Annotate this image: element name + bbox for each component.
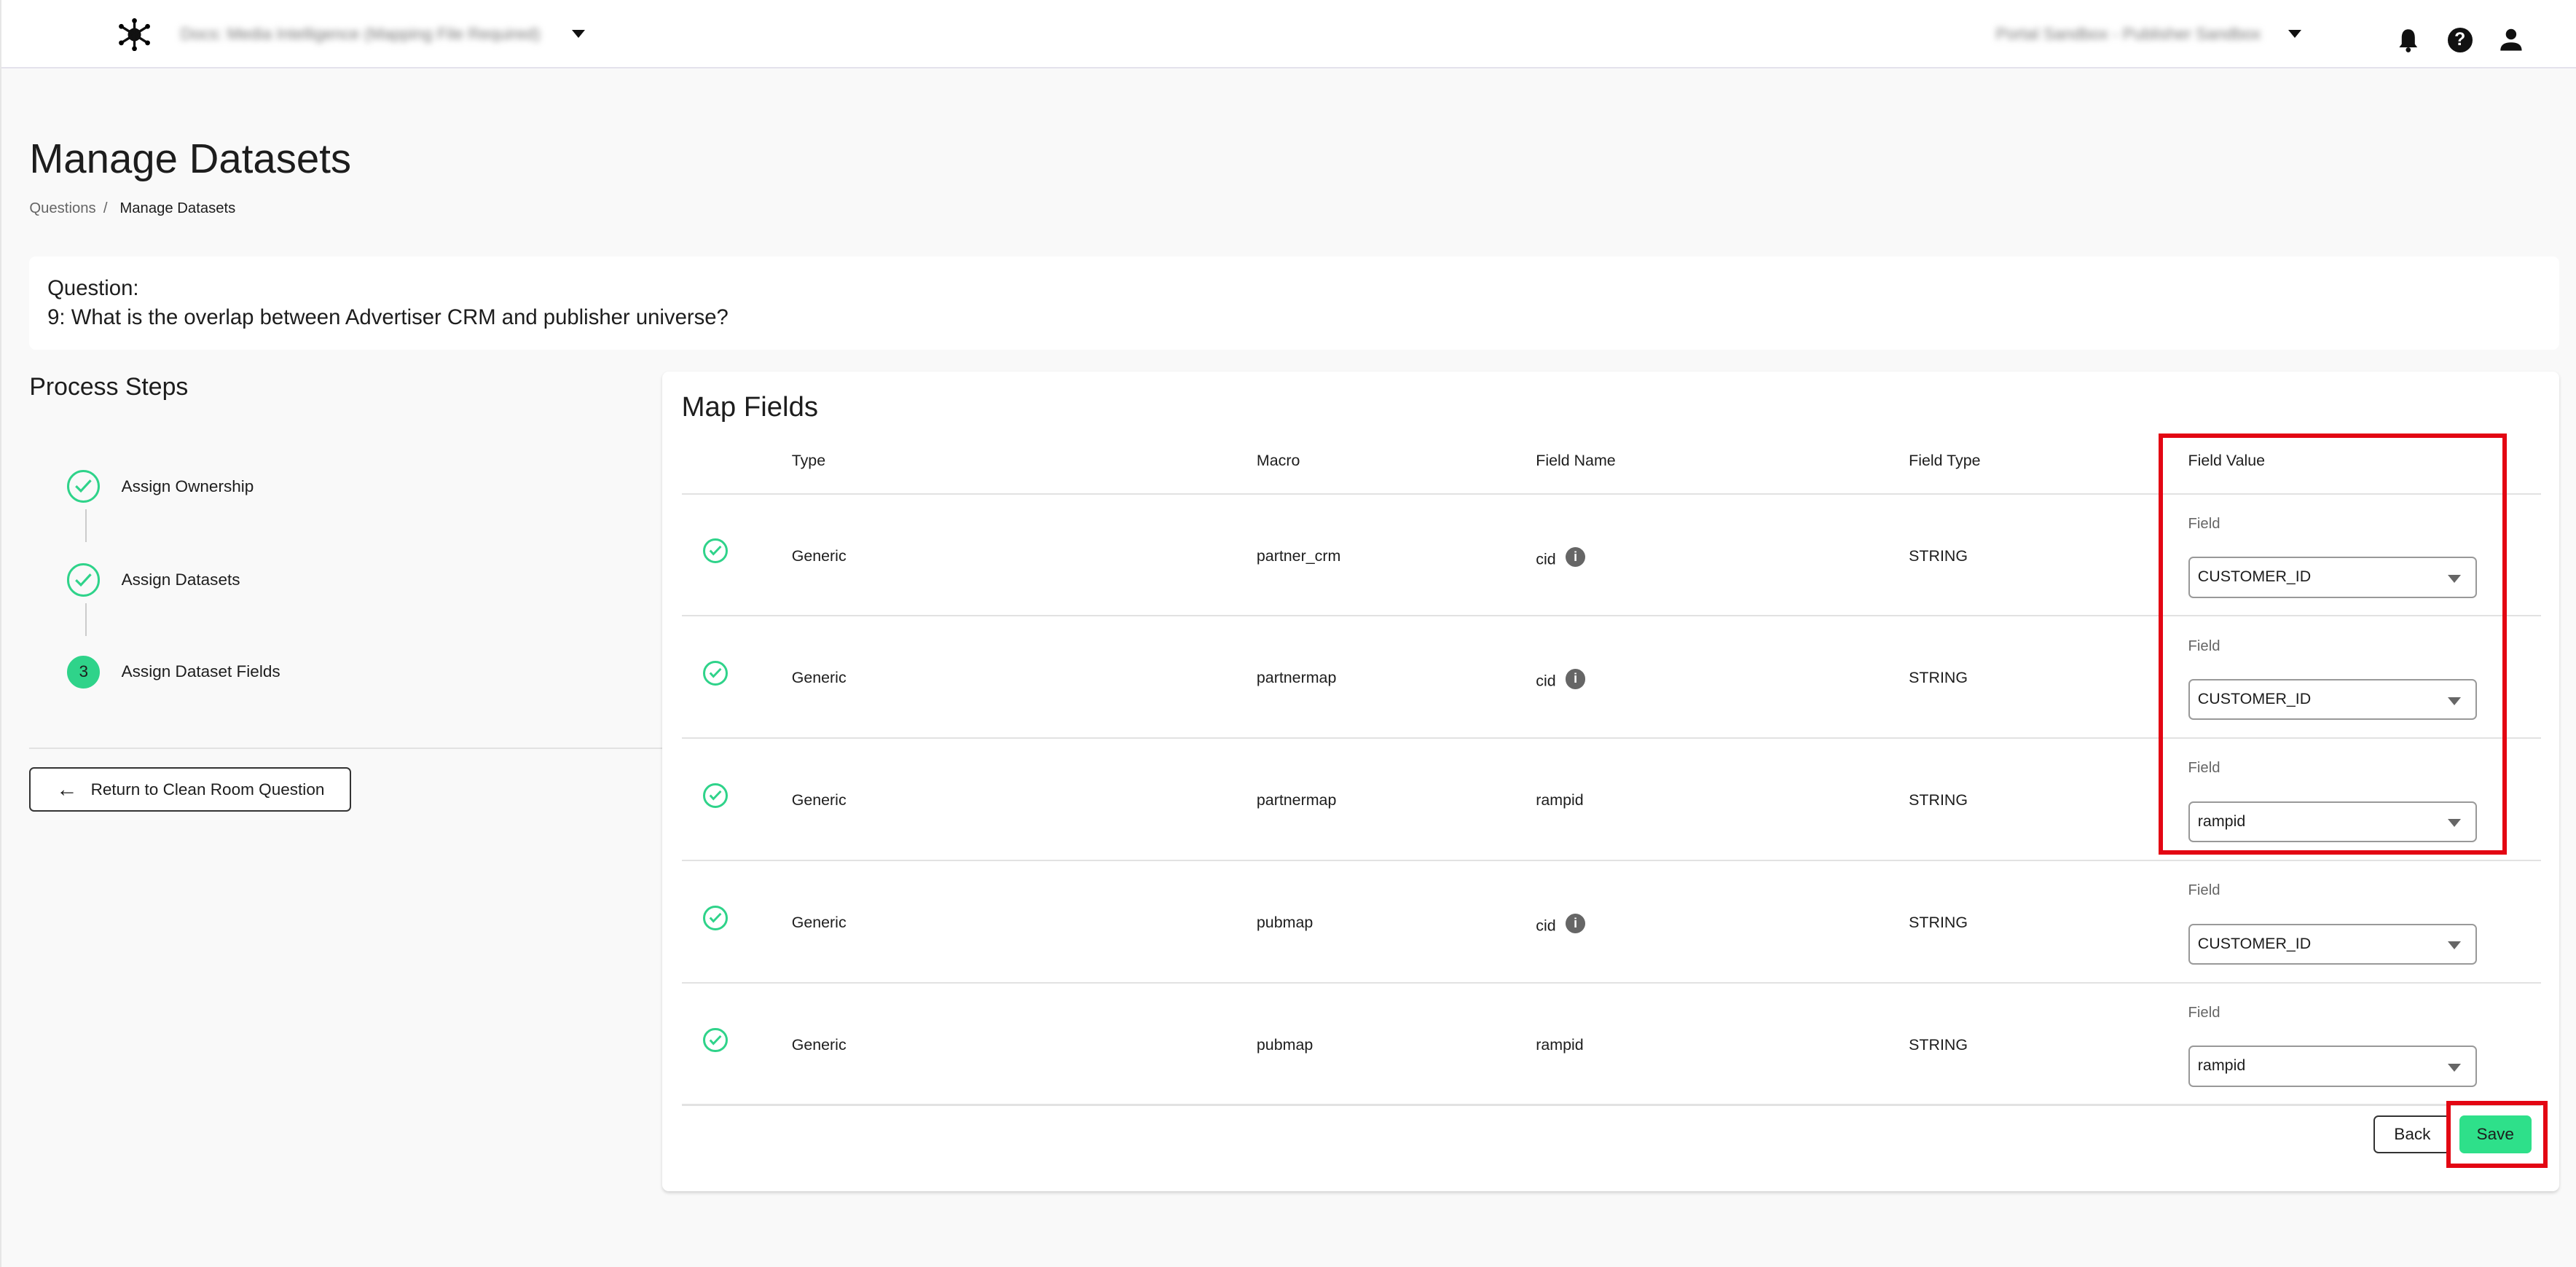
column-header-macro: Macro	[1257, 452, 1300, 470]
step-label: Assign Dataset Fields	[122, 662, 280, 681]
table-row: Generic pubmap rampid STRING Field rampi…	[682, 982, 2542, 1105]
question-card: Question: 9: What is the overlap between…	[29, 256, 2559, 350]
field-type-cell: STRING	[1909, 669, 1968, 687]
type-cell: Generic	[792, 1036, 847, 1054]
step-label: Assign Datasets	[122, 570, 240, 589]
macro-cell: partner_crm	[1257, 547, 1340, 565]
return-label: Return to Clean Room Question	[91, 780, 325, 799]
step-label: Assign Ownership	[122, 477, 254, 496]
field-type-cell: STRING	[1909, 547, 1968, 565]
table-row: Generic pubmap cidi STRING Field CUSTOME…	[682, 860, 2542, 983]
type-cell: Generic	[792, 914, 847, 932]
question-label: Question:	[47, 276, 138, 301]
check-circle-icon	[703, 906, 728, 930]
breadcrumb-current: Manage Datasets	[119, 200, 235, 217]
type-cell: Generic	[792, 547, 847, 565]
bell-icon[interactable]	[2397, 28, 2420, 52]
field-type-cell: STRING	[1909, 791, 1968, 809]
macro-cell: partnermap	[1257, 669, 1336, 687]
info-icon[interactable]: i	[1566, 914, 1585, 933]
user-icon[interactable]	[2499, 28, 2524, 52]
macro-cell: partnermap	[1257, 791, 1336, 809]
step-connector	[85, 603, 87, 636]
type-cell: Generic	[792, 669, 847, 687]
field-value-select[interactable]: CUSTOMER_ID	[2188, 924, 2478, 965]
check-circle-icon	[703, 661, 728, 686]
field-name-cell: cidi	[1536, 547, 1585, 569]
org-selector[interactable]: Portal Sandbox - Publisher Sandbox	[1996, 25, 2261, 44]
field-name-cell: cidi	[1536, 914, 1585, 935]
info-icon[interactable]: i	[1566, 547, 1585, 567]
check-circle-icon	[703, 783, 728, 808]
field-value-select[interactable]: rampid	[2188, 1046, 2478, 1086]
top-bar: Docs: Media Intelligence (Mapping File R…	[1, 0, 2576, 68]
breadcrumb-separator: /	[103, 200, 108, 217]
logo-icon[interactable]	[118, 18, 151, 51]
macro-cell: pubmap	[1257, 1036, 1313, 1054]
chevron-down-icon	[2448, 941, 2461, 949]
chevron-down-icon	[2448, 1064, 2461, 1072]
field-name-cell: rampid	[1536, 1036, 1583, 1054]
field-name-cell: cidi	[1536, 669, 1585, 691]
field-name: rampid	[1536, 1036, 1583, 1054]
column-header-type: Type	[792, 452, 825, 470]
chevron-down-icon[interactable]	[2288, 30, 2301, 38]
column-header-field-name: Field Name	[1536, 452, 1615, 470]
field-label: Field	[2188, 1005, 2220, 1021]
field-name: cid	[1536, 917, 1555, 935]
column-header-field-type: Field Type	[1909, 452, 1980, 470]
selected-value: rampid	[2198, 1056, 2245, 1074]
map-fields-title: Map Fields	[682, 391, 818, 423]
arrow-left-icon: ←	[56, 777, 77, 802]
macro-cell: pubmap	[1257, 914, 1313, 932]
step-assign-datasets[interactable]: Assign Datasets	[67, 563, 240, 596]
step-connector	[85, 509, 87, 542]
field-label: Field	[2188, 882, 2220, 899]
selected-value: CUSTOMER_ID	[2198, 935, 2311, 952]
check-circle-icon	[703, 1028, 728, 1053]
field-name-cell: rampid	[1536, 791, 1583, 809]
step-assign-dataset-fields[interactable]: 3 Assign Dataset Fields	[67, 656, 280, 689]
chevron-down-icon[interactable]	[572, 30, 585, 38]
workspace-selector[interactable]: Docs: Media Intelligence (Mapping File R…	[181, 25, 541, 44]
process-steps-title: Process Steps	[29, 373, 188, 401]
step-number: 3	[67, 656, 100, 689]
divider	[29, 748, 661, 749]
info-icon[interactable]: i	[1566, 669, 1585, 689]
divider	[682, 1104, 2542, 1105]
highlight-field-value	[2159, 434, 2507, 854]
app: Docs: Media Intelligence (Mapping File R…	[0, 0, 2576, 1267]
field-name: cid	[1536, 672, 1555, 690]
field-name: rampid	[1536, 791, 1583, 809]
help-icon[interactable]: ?	[2448, 28, 2473, 52]
breadcrumb-questions[interactable]: Questions	[29, 200, 95, 217]
check-icon	[67, 563, 100, 596]
check-circle-icon	[703, 538, 728, 563]
field-name: cid	[1536, 550, 1555, 568]
page-title: Manage Datasets	[29, 135, 351, 182]
back-button[interactable]: Back	[2373, 1115, 2451, 1153]
type-cell: Generic	[792, 791, 847, 809]
highlight-save	[2446, 1101, 2548, 1168]
check-icon	[67, 470, 100, 503]
field-type-cell: STRING	[1909, 1036, 1968, 1054]
step-assign-ownership[interactable]: Assign Ownership	[67, 470, 254, 503]
field-type-cell: STRING	[1909, 914, 1968, 932]
question-text: 9: What is the overlap between Advertise…	[47, 305, 729, 330]
return-to-question-button[interactable]: ← Return to Clean Room Question	[29, 767, 351, 812]
